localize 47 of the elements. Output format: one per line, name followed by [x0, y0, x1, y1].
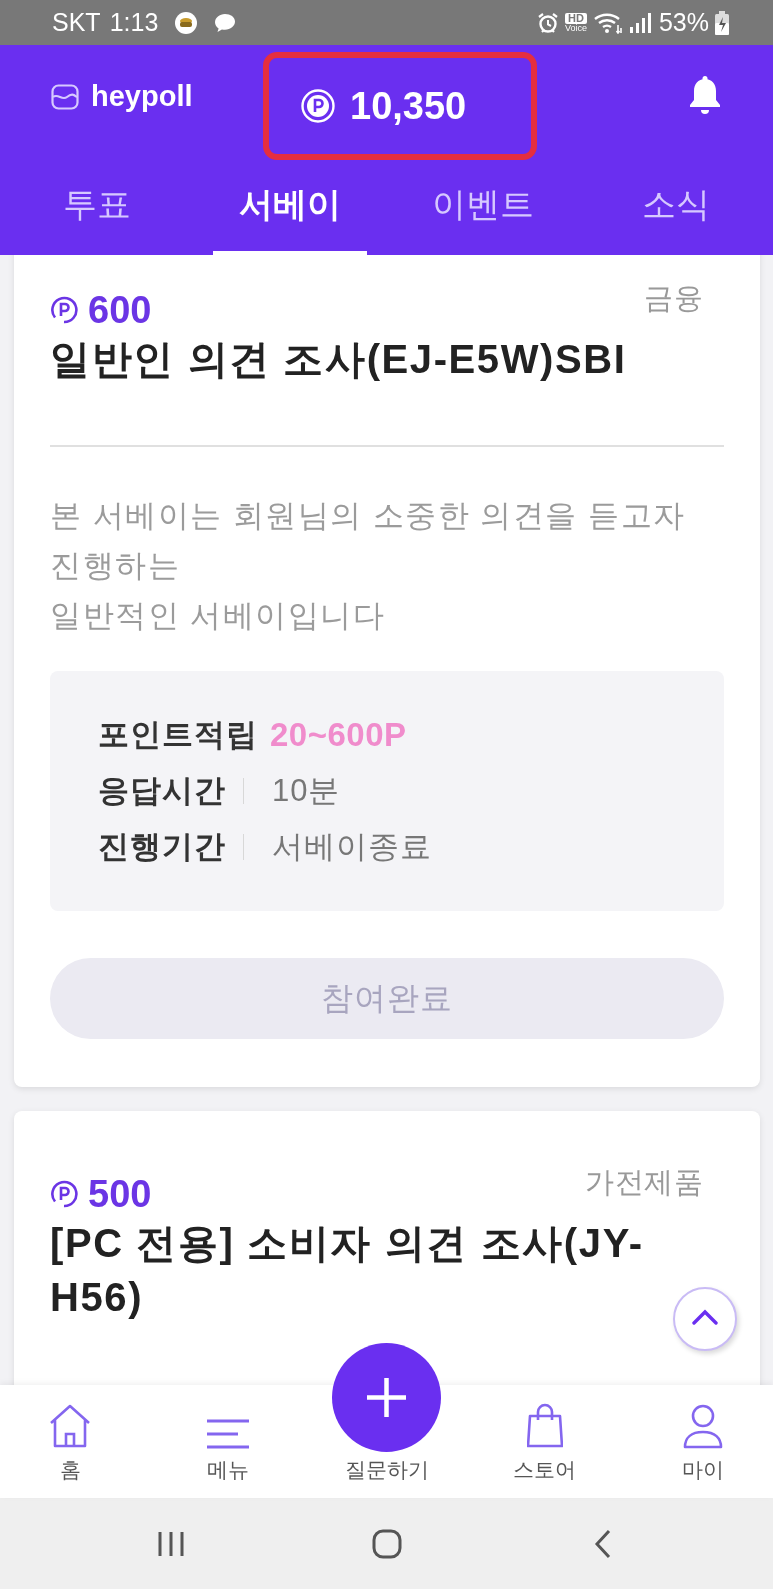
point-coin-icon: [301, 89, 335, 123]
detail-label: 진행기간: [98, 828, 226, 866]
caret-up-icon: [692, 1309, 718, 1325]
survey-points: 500: [88, 1172, 152, 1216]
tab[interactable]: 소식: [579, 160, 773, 255]
reward-value: 20~600P: [270, 716, 407, 754]
tab[interactable]: 투표: [0, 160, 194, 255]
nav-item[interactable]: 질문하기: [316, 1343, 457, 1498]
notification-app-icon: [175, 11, 198, 34]
survey-category: 가전제품: [585, 1165, 703, 1200]
logo-icon: [51, 83, 79, 110]
carrier-name: SKT: [52, 8, 101, 37]
clock-time: 1:13: [109, 8, 159, 37]
battery-percent: 53%: [658, 8, 709, 37]
chat-bubble-icon: [214, 12, 237, 33]
detail-value: 10분: [272, 772, 341, 810]
survey-description: 본 서베이는 회원님의 소중한 의견을 듣고자 진행하는 일반적인 서베이입니다: [50, 497, 687, 635]
battery-charging-icon: [715, 10, 729, 35]
nav-item[interactable]: 메뉴: [158, 1419, 299, 1498]
points-balance: 10,350: [350, 84, 467, 128]
menu-icon: [206, 1419, 251, 1449]
survey-points: 600: [88, 288, 152, 332]
shopping-bag-icon: [526, 1403, 563, 1449]
person-icon: [683, 1403, 723, 1449]
detail-label: 응답시간: [98, 772, 226, 810]
notification-bell-icon[interactable]: [687, 75, 723, 116]
nav-item[interactable]: 스토어: [474, 1403, 615, 1498]
recent-apps-icon[interactable]: [156, 1529, 185, 1558]
survey-category: 금융: [644, 281, 703, 316]
survey-title: 일반인 의견 조사(EJ-E5W)SBI: [50, 336, 628, 383]
tab[interactable]: 이벤트: [386, 160, 580, 255]
alarm-clock-icon: [536, 11, 559, 34]
logo-text: heypoll: [91, 80, 193, 113]
wifi-icon: [592, 11, 623, 34]
point-coin-icon: [50, 296, 78, 324]
nav-item[interactable]: 홈: [0, 1403, 140, 1498]
hd-label: HD: [565, 12, 587, 24]
home-button-icon[interactable]: [371, 1528, 402, 1559]
detail-value: 서베이종료: [272, 828, 432, 866]
nav-item[interactable]: 마이: [633, 1403, 773, 1498]
voice-label: Voice: [564, 23, 587, 33]
survey-title: [PC 전용] 소비자 의견 조사(JY-H56): [50, 1220, 645, 1321]
point-coin-icon: [50, 1180, 78, 1208]
back-icon[interactable]: [593, 1528, 612, 1559]
tab[interactable]: 서베이: [193, 160, 387, 255]
detail-label: 포인트적립: [98, 716, 258, 754]
signal-icon: [628, 12, 651, 33]
